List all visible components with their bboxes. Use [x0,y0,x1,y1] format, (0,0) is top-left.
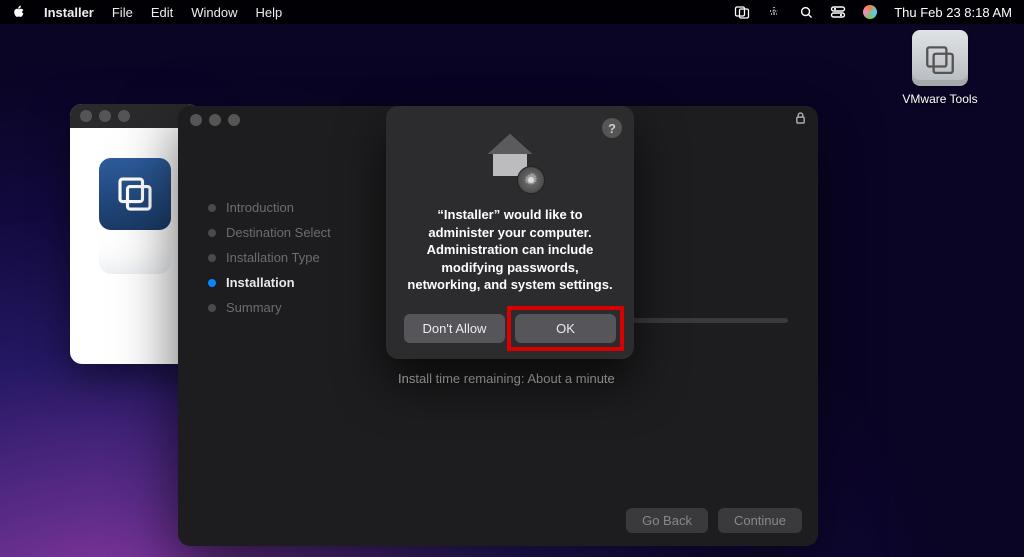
step-installation: Installation [208,275,364,290]
go-back-button: Go Back [626,508,708,533]
dont-allow-button[interactable]: Don't Allow [404,314,505,343]
step-summary: Summary [208,300,364,315]
menubar: Installer File Edit Window Help Thu Feb … [0,0,1024,24]
menubar-app-name[interactable]: Installer [44,5,94,20]
ok-button[interactable]: OK [515,314,616,343]
step-label: Installation [226,275,295,290]
window-minimize-button[interactable] [209,114,221,126]
vmware-icon [99,158,171,230]
disk-icon [912,30,968,86]
step-label: Destination Select [226,225,331,240]
menubar-item-edit[interactable]: Edit [151,5,173,20]
window-minimize-button[interactable] [99,110,111,122]
wifi-icon[interactable] [766,4,782,20]
gear-icon [517,166,545,194]
lock-icon [795,111,806,130]
control-center-icon[interactable] [830,4,846,20]
step-introduction: Introduction [208,200,364,215]
install-progress-text: Install time remaining: About a minute [398,371,798,386]
menubar-item-file[interactable]: File [112,5,133,20]
step-label: Summary [226,300,282,315]
stage-manager-icon[interactable] [734,4,750,20]
step-label: Introduction [226,200,294,215]
help-button[interactable]: ? [602,118,622,138]
window-zoom-button[interactable] [118,110,130,122]
menubar-clock[interactable]: Thu Feb 23 8:18 AM [894,5,1012,20]
window-close-button[interactable] [80,110,92,122]
installer-sidebar: Introduction Destination Select Installa… [178,134,378,494]
desktop-icon-vmware-tools[interactable]: VMware Tools [896,30,984,106]
menubar-item-help[interactable]: Help [255,5,282,20]
window-close-button[interactable] [190,114,202,126]
step-installation-type: Installation Type [208,250,364,265]
desktop-icon-label: VMware Tools [896,92,984,106]
vmware-icon-reflection [99,234,171,274]
siri-icon[interactable] [862,4,878,20]
apple-logo-icon[interactable] [12,5,26,19]
step-label: Installation Type [226,250,320,265]
menubar-item-window[interactable]: Window [191,5,237,20]
window-zoom-button[interactable] [228,114,240,126]
dialog-message: “Installer” would like to administer you… [404,206,616,294]
spotlight-search-icon[interactable] [798,4,814,20]
continue-button: Continue [718,508,802,533]
step-destination-select: Destination Select [208,225,364,240]
permission-dialog: ? “Installer” would like to administer y… [386,106,634,359]
